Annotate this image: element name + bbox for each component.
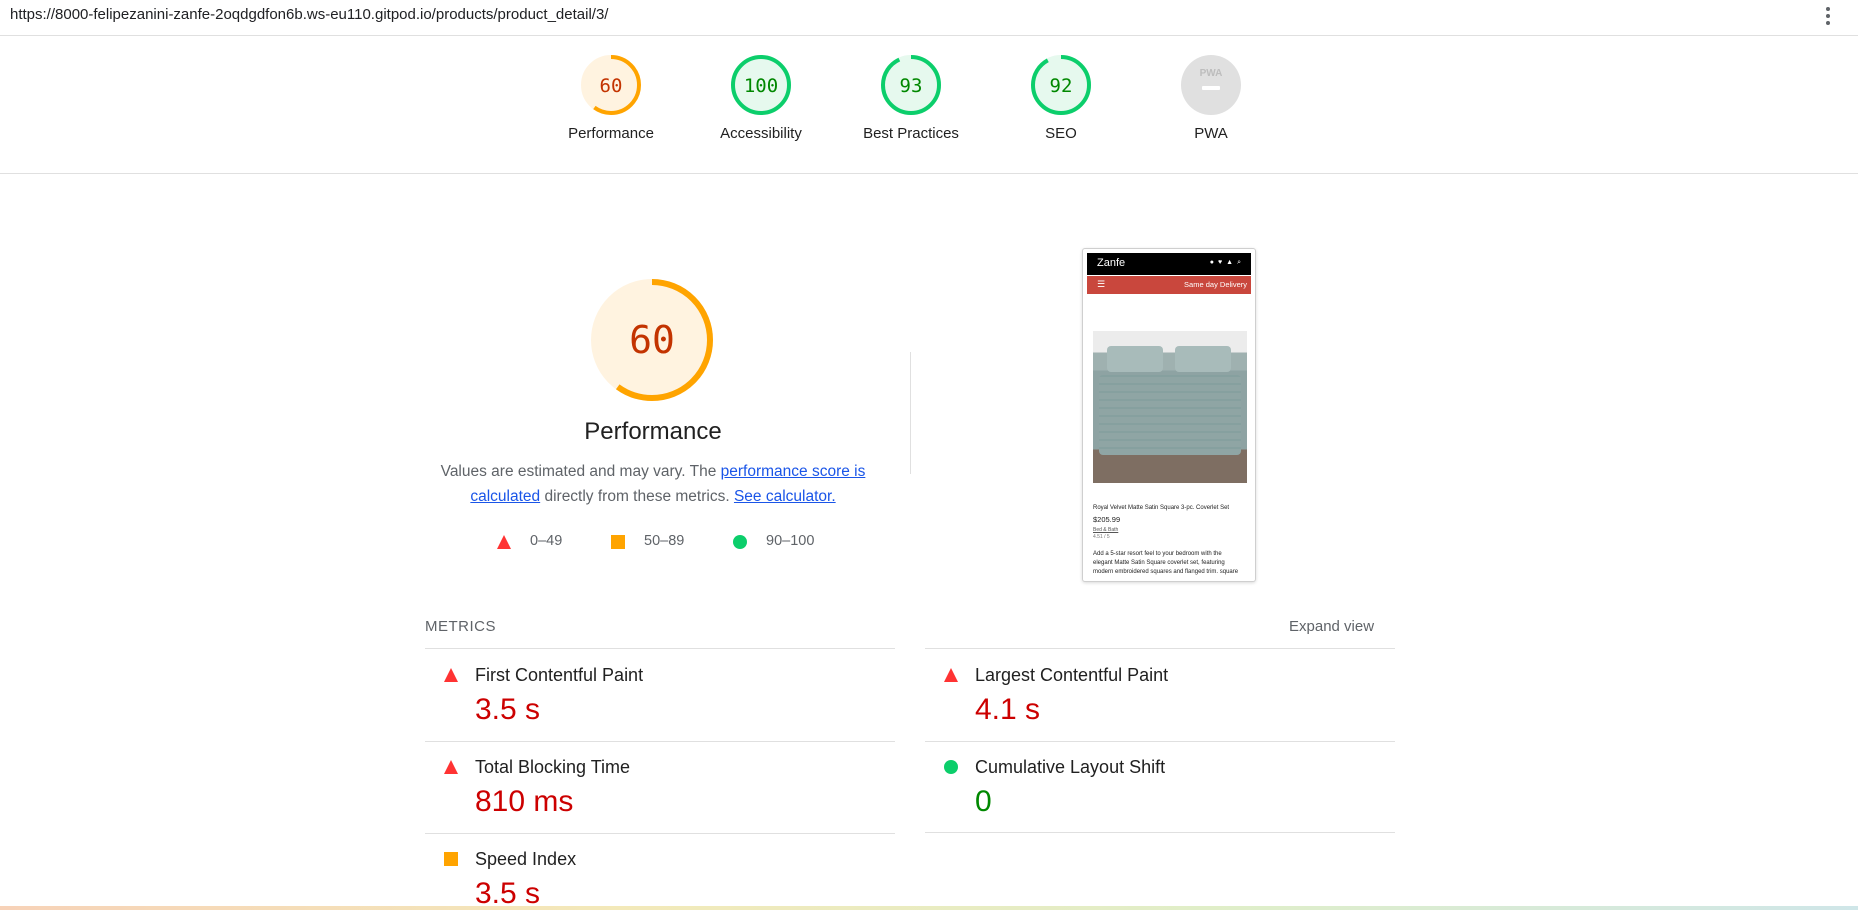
metrics-header: METRICS xyxy=(425,618,496,635)
screenshot-rating: 4.51 / 5 xyxy=(1093,534,1110,540)
square-average-icon xyxy=(611,535,625,549)
metric-divider xyxy=(925,832,1395,833)
screenshot-header: Zanfe ●♥▲⌕ xyxy=(1087,253,1251,275)
metric-total-blocking-time: Total Blocking Time 810 ms xyxy=(425,741,895,833)
screenshot-banner: ☰ Same day Delivery xyxy=(1087,276,1251,294)
triangle-fail-icon xyxy=(444,760,458,774)
metric-name: Speed Index xyxy=(475,849,577,869)
screenshot-brand: Zanfe xyxy=(1097,257,1126,269)
screenshot-nav-icons: ●♥▲⌕ xyxy=(1209,259,1245,266)
best-practices-gauge-icon: 93 xyxy=(881,55,941,115)
performance-description: Values are estimated and may vary. The p… xyxy=(440,459,866,509)
pwa-badge-icon: PWA xyxy=(1181,55,1241,115)
metric-largest-contentful-paint: Largest Contentful Paint 4.1 s xyxy=(925,649,1395,741)
metric-name: First Contentful Paint xyxy=(475,665,644,685)
screenshot-description: elegant Matte Satin Square coverlet set,… xyxy=(1093,560,1225,566)
performance-gauge-icon: 60 xyxy=(581,55,641,115)
metric-value: 4.1 s xyxy=(975,693,1041,726)
gauge-accessibility[interactable]: 100 Accessibility xyxy=(686,54,836,142)
performance-score-gauge: 60 xyxy=(591,279,713,401)
screenshot-category: Bed & Bath xyxy=(1093,527,1119,533)
screenshot-description: modern embroidered squares and flanged t… xyxy=(1093,569,1239,575)
gauge-score: 100 xyxy=(744,75,778,97)
circle-pass-icon xyxy=(944,760,958,774)
screenshot-product-image xyxy=(1093,331,1247,483)
gauge-score: 93 xyxy=(900,75,923,97)
triangle-fail-icon xyxy=(944,668,958,682)
circle-pass-icon xyxy=(733,535,747,549)
screenshot-description: Add a 5-star resort feel to your bedroom… xyxy=(1093,551,1222,557)
svg-text:PWA: PWA xyxy=(1200,68,1223,79)
metric-value: 3.5 s xyxy=(475,693,541,726)
address-bar: https://8000-felipezanini-zanfe-2oqdgdfo… xyxy=(0,0,1858,36)
more-menu-icon[interactable] xyxy=(1824,5,1832,29)
gauge-seo[interactable]: 92 SEO xyxy=(986,54,1136,142)
gauge-performance[interactable]: 60 Performance xyxy=(536,54,686,142)
metric-name: Cumulative Layout Shift xyxy=(975,757,1166,777)
gauge-score: 60 xyxy=(600,75,623,97)
triangle-fail-icon xyxy=(497,535,511,549)
see-calculator-link[interactable]: See calculator. xyxy=(734,488,836,505)
section-divider xyxy=(910,352,911,474)
desc-text: directly from these metrics. xyxy=(540,488,734,505)
metric-cumulative-layout-shift: Cumulative Layout Shift 0 xyxy=(925,741,1395,833)
metric-speed-index: Speed Index 3.5 s xyxy=(425,833,895,910)
screenshot-price: $205.99 xyxy=(1093,515,1121,524)
square-average-icon xyxy=(444,852,458,866)
metric-name: Largest Contentful Paint xyxy=(975,665,1169,685)
gauge-best-practices[interactable]: 93 Best Practices xyxy=(836,54,986,142)
gauge-score: 92 xyxy=(1050,75,1073,97)
seo-gauge-icon: 92 xyxy=(1031,55,1091,115)
hamburger-icon: ☰ xyxy=(1097,279,1106,289)
gauge-label: Accessibility xyxy=(720,125,802,142)
performance-title: Performance xyxy=(584,418,722,445)
expand-view-toggle[interactable]: Expand view xyxy=(1289,618,1374,635)
bottom-edge xyxy=(0,906,1858,910)
screenshot-banner-text: Same day Delivery xyxy=(1184,280,1247,289)
legend-range: 90–100 xyxy=(766,533,815,549)
url-text[interactable]: https://8000-felipezanini-zanfe-2oqdgdfo… xyxy=(10,6,608,23)
metric-value: 0 xyxy=(975,785,992,818)
gauge-pwa[interactable]: PWA PWA xyxy=(1136,54,1286,142)
gauge-label: Best Practices xyxy=(863,125,959,142)
triangle-fail-icon xyxy=(444,668,458,682)
gauge-label: SEO xyxy=(1045,125,1077,142)
gauge-label: Performance xyxy=(568,125,654,142)
legend-range: 0–49 xyxy=(530,533,563,549)
final-screenshot[interactable]: Zanfe ●♥▲⌕ ☰ Same day Delivery Royal Vel… xyxy=(1082,248,1256,582)
metric-first-contentful-paint: First Contentful Paint 3.5 s xyxy=(425,649,895,741)
legend-range: 50–89 xyxy=(644,533,685,549)
performance-score: 60 xyxy=(629,318,675,362)
desc-text: Values are estimated and may vary. The xyxy=(440,463,721,480)
screenshot-product-name: Royal Velvet Matte Satin Square 3-pc. Co… xyxy=(1093,505,1230,511)
accessibility-gauge-icon: 100 xyxy=(731,55,791,115)
metric-name: Total Blocking Time xyxy=(475,757,631,777)
scores-summary: 60 Performance 100 Accessibility 93 Best… xyxy=(0,36,1858,174)
gauge-label: PWA xyxy=(1194,125,1228,142)
metric-value: 810 ms xyxy=(475,785,574,818)
